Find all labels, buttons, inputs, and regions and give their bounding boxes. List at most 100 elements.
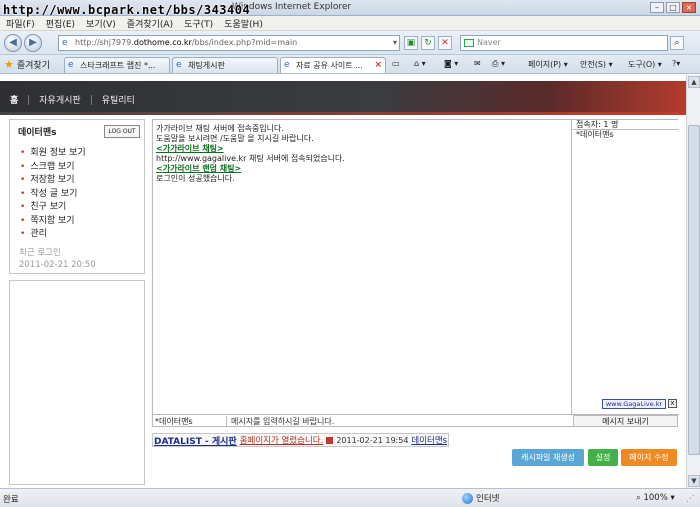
- security-zone[interactable]: 인터넷: [462, 492, 499, 504]
- user-panel: 데이터맨s LOG OUT • 회원 정보 보기 • 스크랩 보기 • 저장함 보기 …: [9, 119, 145, 274]
- address-toolbar: ◀ ▶ e http://shj7979.dothome.co.kr/bbs/i…: [0, 31, 700, 55]
- regenerate-cache-button[interactable]: 캐시파일 재생성: [512, 449, 584, 466]
- ie-page-icon: e: [176, 60, 182, 70]
- safety-menu-label: 안전(S): [580, 60, 607, 69]
- chat-line-link[interactable]: <가가라이브 채팅>: [156, 144, 568, 154]
- feeds-icon[interactable]: ◙ ▾: [444, 59, 458, 68]
- tools-menu[interactable]: 도구(O) ▾: [628, 59, 662, 70]
- post-title-link[interactable]: 홈페이지가 열렸습니다.: [240, 434, 324, 446]
- user-menu-item[interactable]: • 회원 정보 보기: [20, 147, 86, 161]
- user-list-item[interactable]: *데이터맨s: [573, 130, 678, 140]
- search-input[interactable]: Naver: [460, 35, 668, 51]
- post-time: 2011-02-21 19:54: [336, 435, 409, 445]
- site-nav: 홈 자유게시판 유틸리티: [10, 93, 135, 106]
- logout-button[interactable]: LOG OUT: [104, 125, 140, 138]
- chat-line-link[interactable]: <가가라이브 랜덤 채팅>: [156, 164, 568, 174]
- board-link[interactable]: DATALIST - 게시판: [154, 434, 237, 447]
- menu-help[interactable]: 도움말(H): [224, 17, 263, 30]
- gagalive-close-icon[interactable]: x: [668, 399, 677, 408]
- zoom-value: 100%: [643, 493, 668, 503]
- chat-line: 도움말을 보시려면 /도움말 을 치시길 바랍니다.: [156, 134, 314, 143]
- menu-view[interactable]: 보기(V): [86, 17, 116, 30]
- address-dropdown-icon[interactable]: ▾: [393, 36, 397, 50]
- ie-page-icon: e: [284, 60, 290, 70]
- settings-button[interactable]: 설정: [588, 449, 618, 466]
- ie-page-icon: e: [62, 38, 68, 48]
- menu-file[interactable]: 파일(F): [6, 17, 35, 30]
- vertical-scrollbar[interactable]: ▲ ▼: [686, 75, 700, 488]
- bullet-icon: •: [20, 202, 26, 212]
- zoom-level[interactable]: ⌕ 100% ▾: [636, 493, 675, 503]
- compatibility-icon[interactable]: ▣: [404, 36, 418, 50]
- url-domain: dothome.co.kr: [133, 38, 192, 47]
- user-menu-item[interactable]: • 저장함 보기: [20, 174, 86, 188]
- tab-label: 채팅게시판: [188, 61, 225, 70]
- refresh-icon[interactable]: ↻: [421, 36, 435, 50]
- help-icon[interactable]: ?▾: [672, 59, 680, 68]
- edit-page-button[interactable]: 페이지 수정: [621, 449, 677, 466]
- stop-icon[interactable]: ✕: [438, 36, 452, 50]
- user-menu-item[interactable]: • 작성 글 보기: [20, 188, 86, 202]
- send-message-button[interactable]: 메시지 보내기: [573, 415, 678, 427]
- tab-data-share[interactable]: e 자료 공유 사이트 ... ×: [280, 57, 386, 73]
- maximize-button[interactable]: □: [666, 2, 680, 13]
- chat-input-row: *데이터맨s 메시지를 입력하시길 바랍니다. 메시지 보내기: [153, 414, 679, 427]
- new-post-icon: [326, 436, 334, 444]
- nav-free-board[interactable]: 자유게시판: [39, 93, 80, 106]
- user-menu-item[interactable]: • 친구 보기: [20, 201, 86, 215]
- board-name: 게시판: [211, 436, 237, 447]
- safety-menu[interactable]: 안전(S) ▾: [580, 59, 613, 70]
- left-widget-box: [9, 280, 145, 485]
- home-icon[interactable]: ⌂ ▾: [414, 59, 426, 68]
- tab-label: 자료 공유 사이트 ...: [296, 61, 363, 70]
- menu-edit[interactable]: 편집(E): [46, 17, 75, 30]
- gagalive-link[interactable]: www.GagaLive.kr: [602, 399, 666, 409]
- scroll-down-icon[interactable]: ▼: [688, 475, 700, 487]
- scroll-thumb[interactable]: [688, 125, 700, 455]
- user-menu-label: 회원 정보 보기: [30, 148, 86, 158]
- user-menu-label: 스크랩 보기: [30, 161, 75, 172]
- user-menu-item[interactable]: • 관리: [20, 228, 86, 242]
- watermark: http://www.bcpark.net/bbs/343404: [3, 3, 251, 17]
- url-path: /bbs/index.php?mid=main: [191, 38, 298, 47]
- user-menu-item[interactable]: • 스크랩 보기: [20, 161, 86, 175]
- menu-favorites[interactable]: 즐겨찾기(A): [127, 17, 173, 30]
- username: 데이터맨s: [18, 128, 57, 138]
- nav-home[interactable]: 홈: [10, 93, 18, 106]
- print-icon[interactable]: ⎙ ▾: [492, 59, 505, 69]
- tools-menu-label: 도구(O): [628, 60, 656, 69]
- forward-icon[interactable]: ▶: [24, 34, 42, 52]
- close-button[interactable]: ×: [682, 2, 696, 13]
- board-prefix: DATALIST -: [154, 436, 212, 447]
- minimize-button[interactable]: –: [650, 2, 664, 13]
- page-menu[interactable]: 페이지(P) ▾: [528, 59, 568, 70]
- user-menu-item[interactable]: • 쪽지함 보기: [20, 215, 86, 229]
- search-icon[interactable]: ⌕: [670, 36, 684, 50]
- favorites-label: 즐겨찾기: [16, 61, 50, 71]
- bullet-icon: •: [20, 188, 26, 199]
- menu-tools[interactable]: 도구(T): [184, 17, 213, 30]
- tab-starcraft[interactable]: e 스타크래프트 랩진 *...: [64, 57, 170, 73]
- new-tab-icon[interactable]: ▭: [392, 59, 400, 68]
- user-menu-label: 저장함 보기: [30, 175, 75, 185]
- url-prefix: http://shj7979.: [75, 38, 134, 47]
- nav-utility[interactable]: 유틸리티: [102, 93, 135, 106]
- status-text: 완료: [3, 495, 19, 505]
- back-icon[interactable]: ◀: [4, 34, 22, 52]
- last-login: 최근 로그인 2011-02-21 20:50: [19, 247, 96, 271]
- address-input[interactable]: e http://shj7979.dothome.co.kr/bbs/index…: [58, 35, 400, 51]
- nickname-field[interactable]: *데이터맨s: [154, 416, 227, 427]
- post-author-link[interactable]: 데이터맨s: [411, 434, 447, 446]
- user-list: 접속자: 1 명 *데이터맨s www.GagaLive.kr x: [573, 120, 678, 414]
- mail-icon[interactable]: ✉: [474, 59, 481, 68]
- page-menu-label: 페이지(P): [528, 60, 562, 69]
- close-tab-icon[interactable]: ×: [374, 58, 382, 73]
- message-input[interactable]: 메시지를 입력하시길 바랍니다.: [228, 416, 571, 427]
- last-login-label: 최근 로그인: [19, 248, 61, 258]
- ie-page-icon: e: [68, 60, 74, 70]
- tab-chat-board[interactable]: e 채팅게시판: [172, 57, 278, 73]
- chat-line: 로그인이 성공했습니다.: [156, 174, 235, 183]
- resize-grip-icon[interactable]: ⋰: [686, 494, 695, 504]
- favorites-button[interactable]: ★ 즐겨찾기: [4, 58, 50, 71]
- scroll-up-icon[interactable]: ▲: [688, 76, 700, 88]
